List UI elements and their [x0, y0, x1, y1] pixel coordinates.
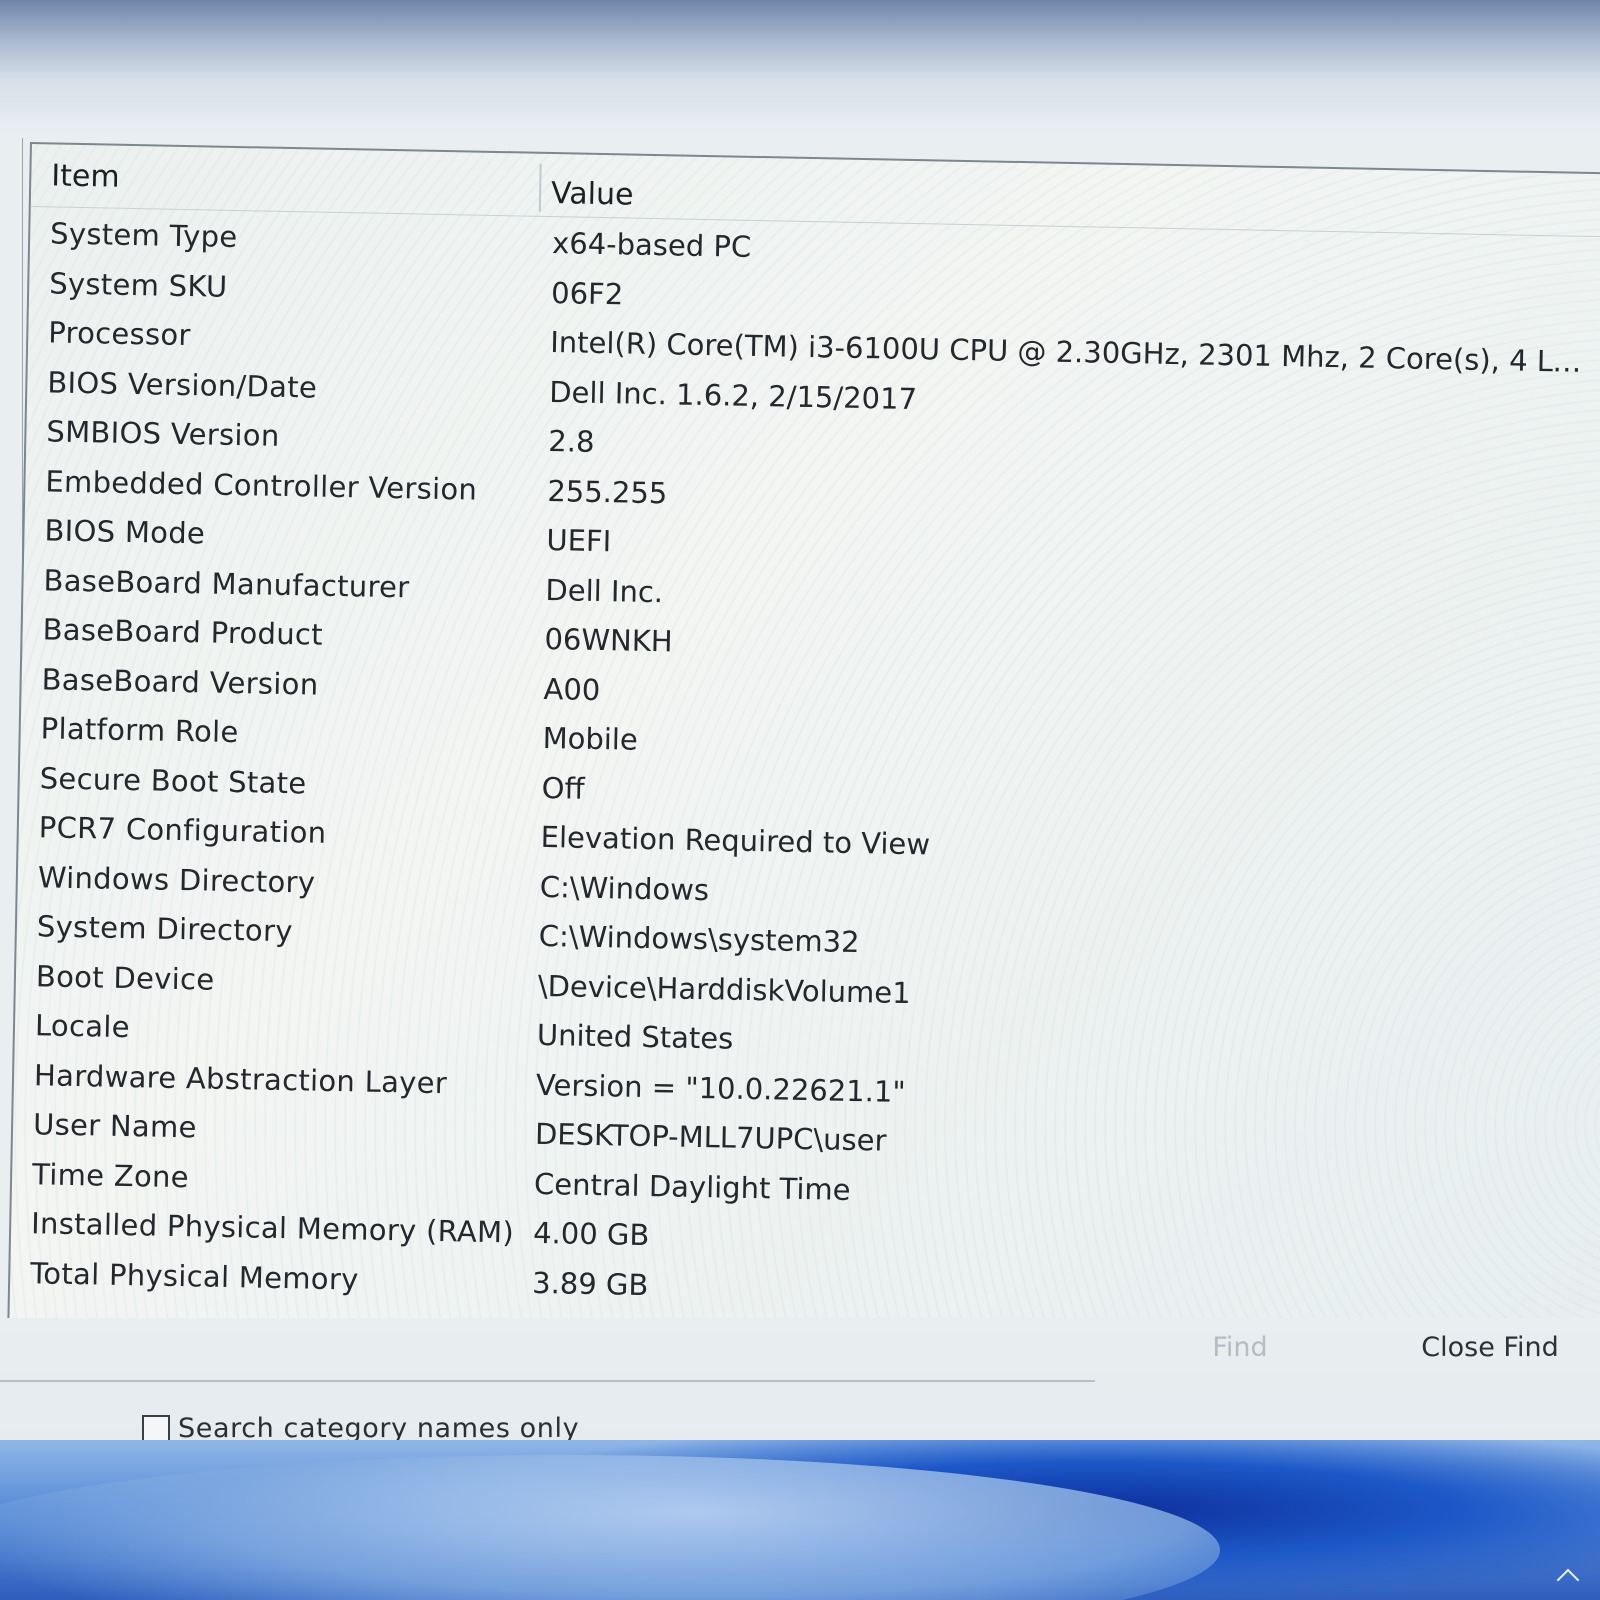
list-rows: System Type x64-based PC System SKU 06F2 P…	[10, 210, 1600, 1329]
row-item-label: Windows Directory	[37, 859, 316, 900]
row-item-label: Secure Boot State	[39, 760, 307, 800]
row-item-label: Total Physical Memory	[29, 1255, 359, 1297]
row-item-label: Time Zone	[31, 1156, 190, 1194]
row-item-label: BaseBoard Manufacturer	[43, 562, 410, 604]
row-item-label: Boot Device	[35, 958, 215, 997]
column-divider[interactable]	[538, 163, 542, 212]
row-item-label: System SKU	[48, 265, 228, 304]
row-item-label: Platform Role	[40, 711, 239, 750]
row-item-label: PCR7 Configuration	[38, 810, 327, 850]
row-item-label: BIOS Version/Date	[47, 364, 318, 405]
row-item-label: BIOS Mode	[44, 513, 206, 551]
search-category-names-checkbox[interactable]	[142, 1414, 170, 1443]
find-what-input[interactable]	[0, 1380, 1095, 1382]
row-item-label: Processor	[48, 315, 192, 353]
row-item-label: Locale	[34, 1008, 131, 1045]
column-header-value[interactable]: Value	[551, 176, 634, 213]
screen: Item Value System Type x64-based PC Syste…	[0, 0, 1600, 1600]
row-item-label: SMBIOS Version	[46, 414, 280, 453]
system-summary-list-view[interactable]: Item Value System Type x64-based PC Syste…	[6, 142, 1600, 1373]
column-header-item[interactable]: Item	[51, 158, 120, 194]
row-item-label: BaseBoard Product	[42, 612, 324, 652]
row-item-label: Installed Physical Memory (RAM)	[30, 1206, 515, 1250]
row-item-label: System Type	[49, 216, 238, 254]
row-item-label: System Directory	[36, 909, 294, 949]
window-title-area	[0, 0, 1600, 125]
row-item-label: BaseBoard Version	[41, 661, 319, 702]
row-item-label: Hardware Abstraction Layer	[33, 1057, 448, 1100]
find-button[interactable]: Find	[1170, 1332, 1310, 1372]
row-item-label: Embedded Controller Version	[45, 463, 478, 507]
close-find-button[interactable]: Close Find	[1395, 1324, 1585, 1372]
row-item-label: User Name	[32, 1107, 198, 1145]
